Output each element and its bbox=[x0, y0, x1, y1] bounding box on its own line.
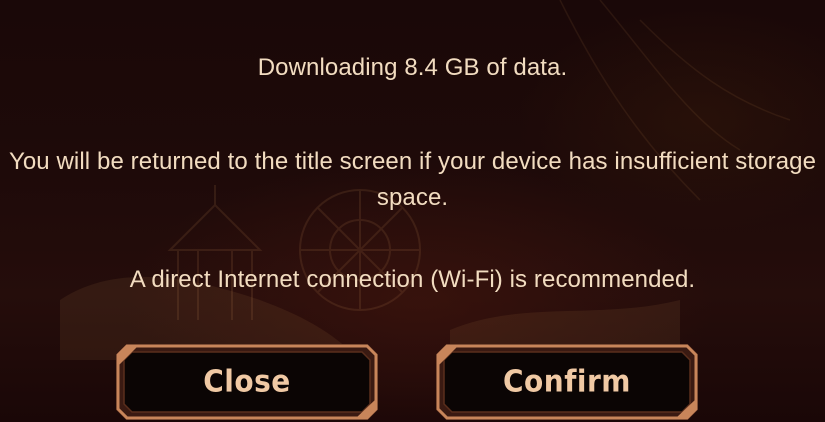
confirm-button[interactable]: Confirm bbox=[436, 344, 698, 420]
confirm-button-label: Confirm bbox=[503, 363, 631, 400]
close-button-label: Close bbox=[203, 363, 291, 400]
storage-warning-message: You will be returned to the title screen… bbox=[8, 148, 817, 211]
download-confirmation-screen: Downloading 8.4 GB of data. You will be … bbox=[0, 0, 825, 422]
wifi-recommendation-message: A direct Internet connection (Wi-Fi) is … bbox=[129, 266, 696, 293]
download-size-message: Downloading 8.4 GB of data. bbox=[257, 54, 568, 81]
close-button[interactable]: Close bbox=[116, 344, 378, 420]
